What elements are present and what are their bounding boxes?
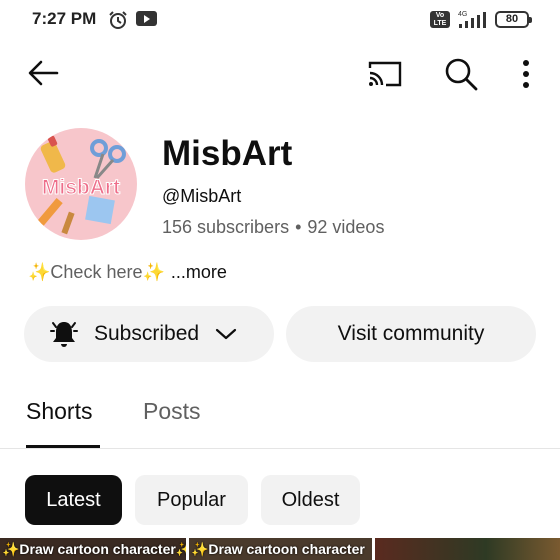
channel-name: MisbArt bbox=[162, 134, 293, 173]
tab-divider bbox=[0, 448, 560, 449]
tab-shorts[interactable]: Shorts bbox=[26, 398, 92, 425]
visit-community-label: Visit community bbox=[337, 322, 485, 345]
short-thumbnail[interactable]: ✨Draw cartoon character✨ bbox=[0, 538, 186, 560]
short-thumbnail[interactable]: ✨Draw cartoon character bbox=[189, 538, 372, 560]
search-icon[interactable] bbox=[443, 56, 479, 92]
chevron-down-icon bbox=[215, 328, 237, 340]
short-title: ✨Draw cartoon character✨ bbox=[2, 541, 186, 557]
chip-latest[interactable]: Latest bbox=[25, 475, 122, 525]
stats-separator: • bbox=[295, 217, 302, 237]
video-count: 92 videos bbox=[307, 217, 385, 237]
sparkle-icon: ✨ bbox=[142, 262, 165, 282]
volte-icon: Vo LTE bbox=[430, 11, 450, 28]
description-text: Check here bbox=[50, 262, 143, 282]
more-link[interactable]: ...more bbox=[171, 262, 227, 282]
chip-oldest[interactable]: Oldest bbox=[261, 475, 360, 525]
status-bar: 7:27 PM Vo LTE 4G 80 bbox=[0, 0, 560, 40]
cast-icon[interactable] bbox=[366, 58, 404, 90]
youtube-notification-icon bbox=[136, 11, 157, 26]
channel-description[interactable]: ✨Check here✨ ...more bbox=[28, 262, 227, 283]
subscriber-count: 156 subscribers bbox=[162, 217, 290, 237]
channel-stats: 156 subscribers • 92 videos bbox=[162, 217, 384, 238]
avatar-artwork: MisbArt bbox=[37, 135, 126, 235]
signal-icon: 4G bbox=[458, 11, 486, 28]
network-type-label: 4G bbox=[458, 11, 467, 18]
visit-community-button[interactable]: Visit community bbox=[286, 306, 536, 362]
subscribed-label: Subscribed bbox=[94, 322, 200, 345]
avatar-logo-text: MisbArt bbox=[42, 176, 120, 199]
channel-avatar[interactable]: MisbArt bbox=[25, 128, 137, 240]
alarm-icon bbox=[109, 11, 127, 29]
chip-popular[interactable]: Popular bbox=[135, 475, 248, 525]
notification-bell-icon bbox=[50, 322, 78, 347]
subscribed-button[interactable]: Subscribed bbox=[24, 306, 274, 362]
channel-handle: @MisbArt bbox=[162, 186, 242, 206]
sparkle-icon: ✨ bbox=[28, 262, 51, 282]
more-vert-icon[interactable] bbox=[514, 56, 538, 92]
back-arrow-icon[interactable] bbox=[26, 58, 60, 88]
battery-icon: 80 bbox=[495, 11, 532, 28]
short-thumbnail[interactable] bbox=[375, 538, 560, 560]
short-title: ✨Draw cartoon character bbox=[191, 541, 365, 557]
tab-posts[interactable]: Posts bbox=[143, 398, 201, 425]
status-time: 7:27 PM bbox=[32, 9, 97, 28]
